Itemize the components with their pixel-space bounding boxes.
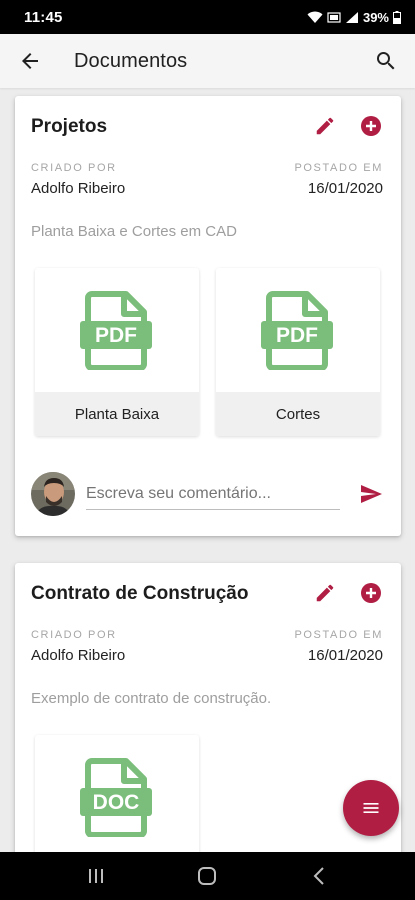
add-circle-icon	[361, 583, 381, 603]
wifi-icon	[307, 11, 323, 23]
card-actions	[313, 581, 383, 605]
posted-date: 16/01/2020	[307, 180, 383, 197]
add-file-button[interactable]	[359, 114, 383, 138]
card-description: Planta Baixa e Cortes em CAD	[31, 223, 237, 240]
documents-list[interactable]: Projetos CRIADO POR POSTADO EM Adolfo Ri…	[0, 88, 415, 852]
created-by-label: CRIADO POR	[31, 162, 117, 174]
status-icons: 39%	[307, 10, 401, 25]
pencil-icon	[316, 584, 334, 602]
status-bar: 11:45 39%	[0, 0, 415, 34]
add-circle-icon	[361, 116, 381, 136]
file-tile[interactable]: DOC	[35, 735, 199, 852]
pencil-icon	[316, 117, 334, 135]
edit-button[interactable]	[313, 114, 337, 138]
file-type-label: DOC	[93, 791, 140, 814]
home-button[interactable]	[177, 852, 237, 900]
pdf-file-icon: PDF	[261, 291, 333, 370]
battery-icon	[393, 10, 401, 24]
lte-icon	[327, 11, 341, 23]
system-nav-bar	[0, 852, 415, 900]
avatar	[31, 472, 75, 516]
status-time: 11:45	[24, 8, 63, 26]
card-description: Exemplo de contrato de construção.	[31, 690, 272, 707]
file-tile[interactable]: PDF Cortes	[216, 268, 380, 436]
card-title: Contrato de Construção	[31, 583, 249, 604]
send-icon	[361, 485, 382, 503]
file-tile[interactable]: PDF Planta Baixa	[35, 268, 199, 436]
home-icon	[198, 867, 217, 885]
chevron-left-icon	[313, 867, 324, 885]
file-name: Planta Baixa	[35, 392, 199, 436]
posted-label: POSTADO EM	[294, 162, 383, 174]
send-button[interactable]	[357, 480, 385, 508]
card-actions	[313, 114, 383, 138]
created-by-value: Adolfo Ribeiro	[31, 647, 126, 664]
search-button[interactable]	[361, 34, 411, 88]
posted-label: POSTADO EM	[294, 629, 383, 641]
battery-percent: 39%	[362, 9, 389, 25]
page-title: Documentos	[74, 49, 188, 72]
created-by-value: Adolfo Ribeiro	[31, 180, 126, 197]
file-type-label: PDF	[95, 324, 137, 347]
signal-icon	[345, 11, 358, 23]
file-type-label: PDF	[276, 324, 318, 347]
recents-button[interactable]	[66, 852, 126, 900]
comment-input[interactable]	[86, 478, 340, 510]
recents-icon	[88, 869, 103, 883]
card-title: Projetos	[31, 116, 108, 137]
user-avatar-image	[31, 472, 75, 516]
posted-date: 16/01/2020	[307, 647, 383, 664]
search-icon	[377, 52, 395, 70]
file-name: Cortes	[216, 392, 380, 436]
created-by-label: CRIADO POR	[31, 629, 117, 641]
pdf-file-icon: PDF	[80, 291, 152, 370]
document-card: Projetos CRIADO POR POSTADO EM Adolfo Ri…	[15, 96, 401, 536]
app-bar: Documentos	[0, 34, 415, 88]
add-file-button[interactable]	[359, 581, 383, 605]
comment-row	[31, 472, 385, 522]
edit-button[interactable]	[313, 581, 337, 605]
menu-icon	[363, 803, 379, 813]
nav-back-button[interactable]	[289, 852, 349, 900]
doc-file-icon: DOC	[80, 758, 152, 837]
menu-fab-button[interactable]	[343, 780, 399, 836]
back-button[interactable]	[2, 34, 58, 88]
arrow-back-icon	[22, 53, 38, 69]
